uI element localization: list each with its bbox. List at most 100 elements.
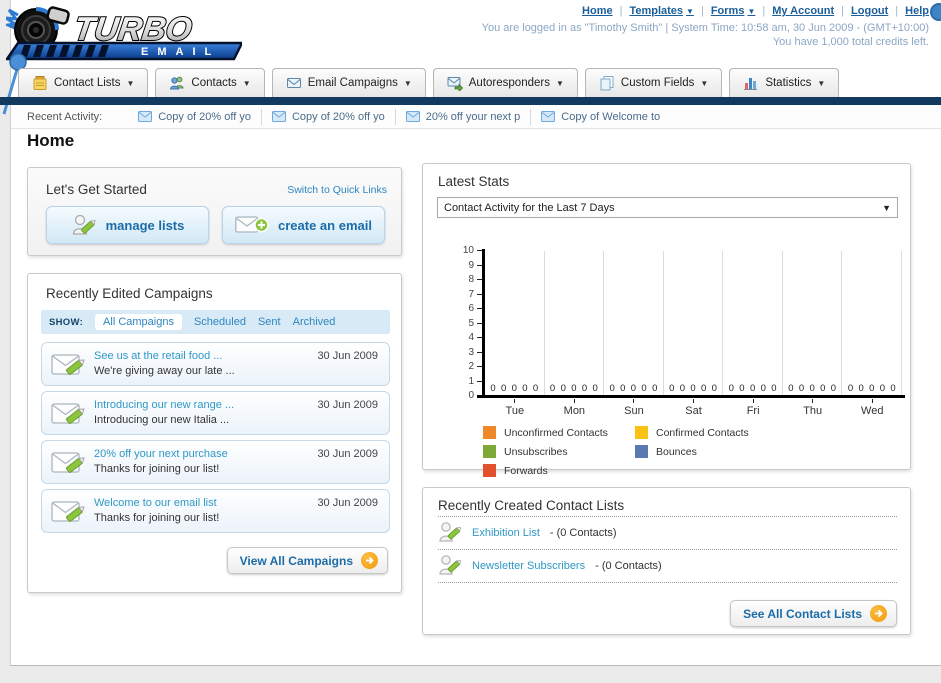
contact-list-count: - (0 Contacts) (549, 527, 617, 539)
y-axis-tick-label: 8 (468, 274, 482, 285)
envelope-icon (138, 111, 153, 122)
email-campaigns-icon (286, 78, 301, 88)
turbo-email-logo: TURBO EMAIL (2, 3, 245, 66)
activity-item-label: 20% off your next p (425, 110, 521, 123)
top-link-forms[interactable]: Forms ▼ (711, 5, 756, 17)
tab-contacts[interactable]: Contacts ▼ (155, 68, 265, 97)
campaign-subtitle: Thanks for joining our list! (94, 463, 220, 475)
envelope-pencil-icon (51, 452, 85, 474)
header: TURBO EMAIL Home | Templates ▼ | Forms ▼ | My… (0, 0, 941, 66)
logo-title-text: TURBO (72, 11, 195, 48)
campaign-row[interactable]: Welcome to our email list Thanks for joi… (41, 489, 390, 533)
tab-email-campaigns[interactable]: Email Campaigns ▼ (271, 68, 426, 97)
chevron-down-icon: ▼ (882, 202, 891, 213)
top-link-label: Home (582, 5, 613, 17)
legend-item: Bounces (635, 445, 787, 458)
contact-list-link[interactable]: Newsletter Subscribers (472, 560, 585, 572)
campaign-row[interactable]: 20% off your next purchase Thanks for jo… (41, 440, 390, 484)
y-axis-tick-label: 7 (468, 289, 482, 300)
chart-day-group: 00000 (664, 251, 724, 395)
recent-activity-item[interactable]: Copy of 20% off yo (128, 108, 262, 125)
legend-label: Unsubscribes (504, 445, 568, 458)
top-link-logout[interactable]: Logout (851, 5, 888, 17)
legend-swatch (483, 445, 496, 458)
chart-day-group: 00000 (604, 251, 664, 395)
chart-value-labels: 00000 (609, 383, 658, 394)
login-status-text: You are logged in as "Timothy Smith" | S… (481, 22, 929, 34)
chart-x-labels: Tue Mon Sun Sat Fri Thu Wed (485, 399, 902, 417)
campaign-title-link[interactable]: 20% off your next purchase (94, 448, 228, 460)
contact-lists-icon (33, 76, 47, 90)
envelope-pencil-icon (51, 403, 85, 425)
view-all-campaigns-button[interactable]: View All Campaigns (226, 547, 388, 574)
envelope-pencil-icon (51, 354, 85, 376)
top-link-templates[interactable]: Templates ▼ (629, 5, 694, 17)
chart-day-group: 00000 (485, 251, 545, 395)
filter-sent[interactable]: Sent (258, 316, 281, 328)
get-started-buttons: manage lists create an email (46, 206, 385, 244)
y-axis-tick-label: 9 (468, 260, 482, 271)
tab-autoresponders[interactable]: Autoresponders ▼ (432, 68, 578, 97)
chart-plot-area: 00000 00000 00000 00000 00000 00000 00000 (485, 251, 903, 395)
contact-lists-body: Exhibition List - (0 Contacts) Newslette… (438, 516, 897, 583)
tab-custom-fields[interactable]: Custom Fields ▼ (584, 68, 723, 97)
legend-item: Unsubscribes (483, 445, 635, 458)
contact-list-link[interactable]: Exhibition List (472, 527, 540, 539)
top-link-label: My Account (772, 5, 835, 17)
chart-day-group: 00000 (783, 251, 843, 395)
legend-item: Confirmed Contacts (635, 426, 787, 439)
contact-list-row[interactable]: Exhibition List - (0 Contacts) (438, 517, 897, 550)
statistics-icon (744, 78, 758, 90)
filter-all-campaigns[interactable]: All Campaigns (95, 314, 182, 330)
campaign-date: 30 Jun 2009 (317, 350, 378, 362)
envelope-icon (541, 111, 556, 122)
filter-scheduled[interactable]: Scheduled (194, 316, 246, 328)
chevron-down-icon: ▼ (403, 78, 412, 88)
y-axis-tick-label: 1 (468, 376, 482, 387)
tab-statistics[interactable]: Statistics ▼ (729, 68, 840, 97)
separator: | (895, 5, 899, 17)
campaign-subtitle: Introducing our new Italia ... (94, 414, 230, 426)
recent-activity-item[interactable]: Copy of Welcome to (531, 109, 670, 125)
chart-day-group: 00000 (545, 251, 605, 395)
get-started-panel: Let's Get Started Switch to Quick Links … (27, 167, 402, 256)
contact-lists-panel: Recently Created Contact Lists Exhibitio… (422, 487, 911, 635)
separator: | (619, 5, 623, 17)
legend-item: Unconfirmed Contacts (483, 426, 635, 439)
contact-lists-title: Recently Created Contact Lists (438, 498, 625, 513)
campaign-title-link[interactable]: See us at the retail food ... (94, 350, 222, 362)
campaigns-panel: Recently Edited Campaigns SHOW: All Camp… (27, 273, 402, 593)
campaign-row[interactable]: See us at the retail food ... We're givi… (41, 342, 390, 386)
separator: | (762, 5, 766, 17)
campaign-title-link[interactable]: Introducing our new range ... (94, 399, 234, 411)
campaign-title-link[interactable]: Welcome to our email list (94, 497, 217, 509)
top-link-help[interactable]: Help (905, 5, 929, 17)
chevron-down-icon: ▼ (242, 78, 251, 88)
create-email-button[interactable]: create an email (222, 206, 385, 244)
chevron-down-icon: ▼ (555, 78, 564, 88)
filter-archived[interactable]: Archived (293, 316, 336, 328)
switch-quick-links-link[interactable]: Switch to Quick Links (287, 184, 387, 196)
x-axis-tick-label: Sun (604, 399, 664, 417)
recent-activity-item[interactable]: Copy of 20% off yo (262, 108, 396, 125)
manage-lists-button[interactable]: manage lists (46, 206, 209, 244)
credits-text: You have 1,000 total credits left. (772, 36, 929, 48)
see-all-contact-lists-button[interactable]: See All Contact Lists (730, 600, 897, 627)
autoresponders-icon (447, 77, 463, 91)
top-link-home[interactable]: Home (582, 5, 613, 17)
top-link-my-account[interactable]: My Account (772, 5, 834, 17)
recent-activity-items: Copy of 20% off yo Copy of 20% off yo 20… (128, 108, 670, 125)
stats-report-dropdown[interactable]: Contact Activity for the Last 7 Days ▼ (437, 197, 898, 218)
campaign-row[interactable]: Introducing our new range ... Introducin… (41, 391, 390, 435)
contact-list-row[interactable]: Newsletter Subscribers - (0 Contacts) (438, 550, 897, 583)
recent-activity-item[interactable]: 20% off your next p (396, 108, 532, 125)
y-axis-tick-label: 5 (468, 318, 482, 329)
campaigns-title: Recently Edited Campaigns (46, 286, 213, 301)
campaigns-filter-bar: SHOW: All Campaigns Scheduled Sent Archi… (41, 310, 390, 334)
main-nav-tabs: Contact Lists ▼ Contacts ▼ Email Campaigns… (10, 66, 941, 97)
chart-day-group: 00000 (723, 251, 783, 395)
tab-contact-lists[interactable]: Contact Lists ▼ (18, 68, 149, 97)
envelope-pencil-icon (51, 501, 85, 523)
chart-day-group: 00000 (842, 251, 903, 395)
chart-value-labels: 00000 (490, 383, 539, 394)
